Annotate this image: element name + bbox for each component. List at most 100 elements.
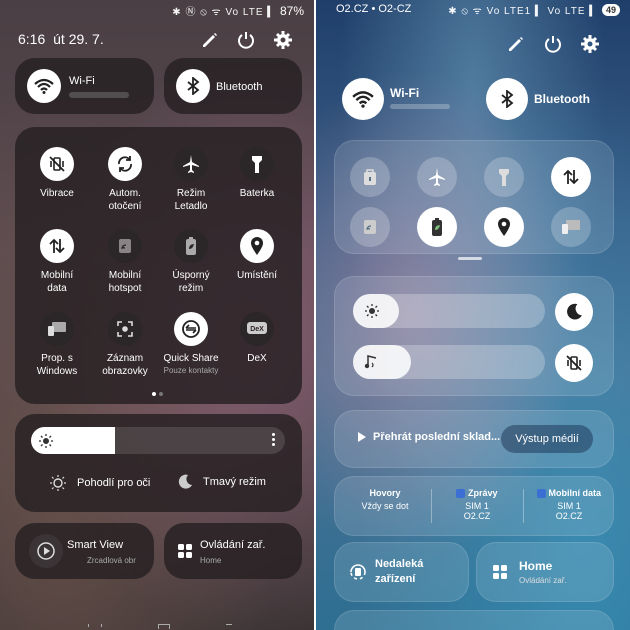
eye-comfort-toggle[interactable]: Pohodlí pro oči [49, 474, 150, 492]
brightness-slider-right[interactable] [353, 294, 545, 328]
settings-button-right[interactable] [580, 34, 600, 54]
grid-icon [178, 544, 192, 558]
wifi-row-right[interactable]: Wi-Fi [342, 78, 472, 122]
tile-flashlight-right[interactable] [484, 157, 524, 197]
settings-icon [274, 31, 292, 49]
nearby-devices-card[interactable]: Nedaleká zařízení [334, 542, 469, 602]
media-play-button[interactable]: Přehrát poslední sklad... [357, 431, 500, 443]
tile-location[interactable]: Umístění [225, 229, 289, 282]
power-button[interactable] [236, 30, 256, 50]
tile-airplane[interactable]: Režim Letadlo [159, 147, 223, 213]
bluetooth-toggle-right[interactable] [486, 78, 528, 120]
mute-toggle-right[interactable] [555, 344, 593, 382]
tile-flashlight[interactable]: Baterka [225, 147, 289, 200]
sim-messages[interactable]: Zprávy SIM 1 O2.CZ [437, 488, 517, 521]
nearby-devices-title: Nedaleká zařízení [375, 558, 424, 585]
play-icon [358, 432, 366, 442]
power-button-right[interactable] [543, 34, 563, 54]
brightness-slider[interactable] [31, 427, 285, 454]
tile-mobile-data[interactable]: Mobilní data [25, 229, 89, 295]
page-indicator [152, 392, 163, 396]
hotspot-icon [119, 239, 131, 253]
grid-icon [493, 565, 507, 579]
wifi-icon [352, 91, 374, 108]
wifi-toggle[interactable] [27, 69, 61, 103]
tile-quick-share-button[interactable] [174, 312, 208, 346]
tile-mobile-data-button[interactable] [40, 229, 74, 263]
sim-calls-title: Hovory [369, 488, 401, 498]
tile-link-to-windows-button[interactable] [40, 312, 74, 346]
tile-hotspot[interactable]: Mobilní hotspot [93, 229, 157, 295]
tile-location-button[interactable] [240, 229, 274, 263]
power-saving-icon [432, 218, 442, 236]
tile-airplane-right[interactable] [417, 157, 457, 197]
sim-divider [431, 489, 432, 523]
partial-card-bottom [334, 610, 614, 630]
tile-power-saving-right[interactable] [417, 207, 457, 247]
tile-hotspot-right[interactable] [350, 207, 390, 247]
tile-vibrate[interactable]: Vibrace [25, 147, 89, 200]
dark-mode-toggle-right[interactable] [555, 293, 593, 331]
smart-view-icon [37, 542, 55, 560]
tile-screen-record[interactable]: Záznam obrazovky [93, 312, 157, 378]
tile-dex-button[interactable]: DeX [240, 312, 274, 346]
volume-slider-right[interactable] [353, 345, 545, 379]
clock-time: 6:16 [18, 31, 46, 47]
smart-view-card[interactable]: Smart View Zrcadlová obr [15, 523, 154, 579]
flashlight-icon [252, 156, 262, 173]
power-icon [545, 36, 561, 53]
dark-mode-toggle[interactable]: Tmavý režim [177, 474, 266, 490]
bluetooth-card[interactable]: Bluetooth [164, 58, 302, 114]
power-icon [238, 32, 254, 49]
device-control-card[interactable]: Ovládání zař. Home [164, 523, 302, 579]
tile-quick-share-sub: Pouze kontakty [163, 366, 219, 375]
person-icon [456, 489, 466, 499]
tile-mobile-data-right[interactable] [551, 157, 591, 197]
tile-screen-record-button[interactable] [108, 312, 142, 346]
nav-recents-icon[interactable] [88, 624, 102, 627]
wifi-toggle-right[interactable] [342, 78, 384, 120]
hotspot-icon [364, 220, 376, 234]
sim-calls[interactable]: Hovory Vždy se dot [345, 488, 425, 511]
wifi-network-redacted [69, 92, 129, 98]
battery-level: 49 [601, 4, 620, 16]
tile-vibrate-label: Vibrace [40, 188, 74, 199]
clock-date: 6:16 út 29. 7. [18, 31, 104, 47]
screen-record-icon [117, 321, 133, 337]
more-dot [272, 433, 275, 436]
edit-button[interactable] [200, 30, 220, 50]
brightness-more-icon[interactable] [272, 433, 275, 446]
bluetooth-toggle[interactable] [176, 69, 210, 103]
home-card[interactable]: Home Ovládání zař. [476, 542, 614, 602]
tile-auto-rotate[interactable]: Autom. otočení [93, 147, 157, 213]
tile-quick-share[interactable]: Quick Share Pouze kontakty [159, 312, 223, 376]
date-text: út 29. 7. [53, 31, 104, 47]
tile-airplane-button[interactable] [174, 147, 208, 181]
drag-handle[interactable] [458, 257, 482, 260]
nav-back-icon[interactable] [226, 624, 232, 629]
edit-button-right[interactable] [506, 34, 526, 54]
tile-power-saving[interactable]: Úsporný režim [159, 229, 223, 295]
media-output-button[interactable]: Výstup médií [501, 425, 593, 453]
bluetooth-row-right[interactable]: Bluetooth [486, 78, 616, 122]
tile-auto-rotate-button[interactable] [108, 147, 142, 181]
tile-location-right[interactable] [484, 207, 524, 247]
tile-power-saving-button[interactable] [174, 229, 208, 263]
tile-link-to-windows[interactable]: Prop. s Windows [25, 312, 89, 378]
tile-dex[interactable]: DeX DeX [225, 312, 289, 365]
tile-flashlight-button[interactable] [240, 147, 274, 181]
tile-vibrate-button[interactable] [40, 147, 74, 181]
sim-data[interactable]: Mobilní data SIM 1 O2.CZ [527, 488, 611, 521]
edit-icon [509, 37, 523, 51]
wifi-card[interactable]: Wi-Fi [15, 58, 154, 114]
navigation-bar [60, 624, 260, 630]
sliders-panel-right [334, 276, 614, 396]
tile-link-to-windows-right[interactable] [551, 207, 591, 247]
settings-button[interactable] [273, 30, 293, 50]
page-dot [159, 392, 163, 396]
tile-hotspot-button[interactable] [108, 229, 142, 263]
nav-home-icon[interactable] [158, 624, 170, 629]
tile-secure-folder[interactable] [350, 157, 390, 197]
edit-icon [203, 33, 217, 47]
media-play-label: Přehrát poslední sklad... [373, 431, 501, 443]
